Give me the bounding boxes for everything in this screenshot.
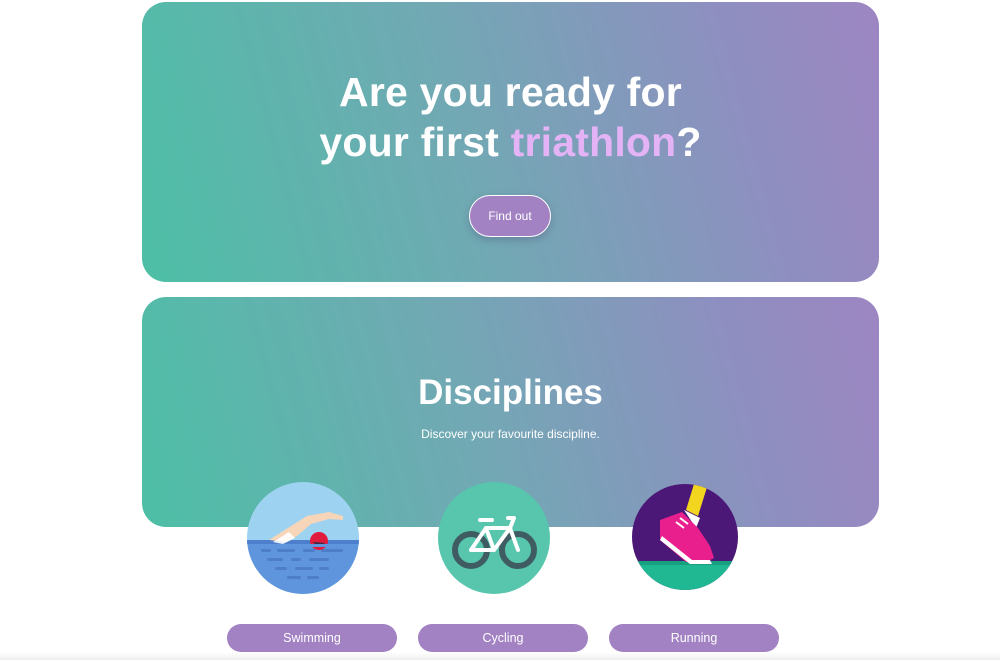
find-out-button[interactable]: Find out [469, 195, 551, 237]
disciplines-subtitle: Discover your favourite discipline. [421, 427, 600, 441]
hero-card: Are you ready for your first triathlon? … [142, 2, 879, 282]
bottom-edge-shadow [0, 652, 1000, 660]
page: Are you ready for your first triathlon? … [0, 0, 1000, 660]
disciplines-title: Disciplines [418, 373, 603, 412]
running-shoe-icon[interactable] [632, 484, 738, 590]
swimming-button[interactable]: Swimming [227, 624, 397, 652]
hero-title: Are you ready for your first triathlon? [142, 67, 879, 167]
hero-title-line2: your first [319, 119, 511, 165]
swimmer-icon[interactable] [247, 482, 359, 594]
hero-title-accent: triathlon [510, 119, 677, 165]
hero-title-line1: Are you ready for [339, 69, 682, 115]
bicycle-icon[interactable] [438, 482, 550, 594]
hero-title-suffix: ? [676, 119, 702, 165]
cycling-button[interactable]: Cycling [418, 624, 588, 652]
running-button[interactable]: Running [609, 624, 779, 652]
